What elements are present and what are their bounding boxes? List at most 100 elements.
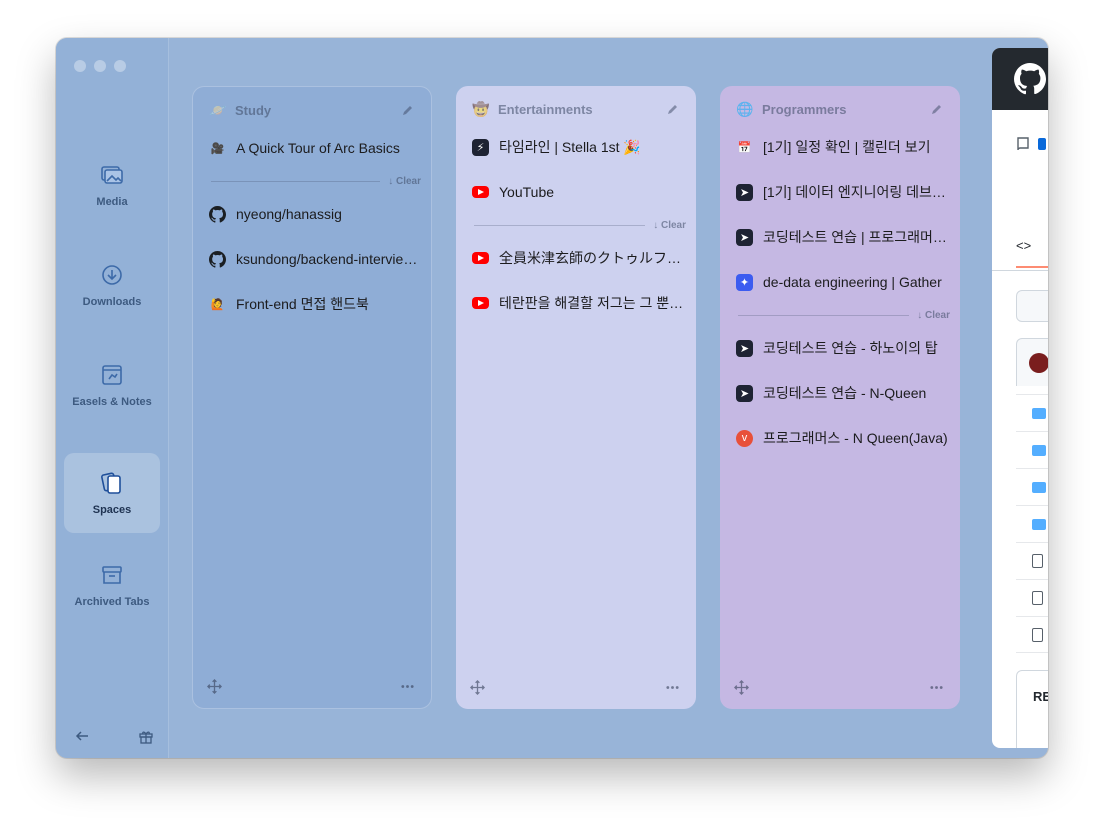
space-column-programmers[interactable]: 🌐 Programmers 📅 [1기] 일정 확인 | 캘린더 보기 ➤ [1… bbox=[720, 86, 960, 709]
file-row[interactable] bbox=[1016, 616, 1048, 653]
folder-icon bbox=[1032, 407, 1046, 419]
sidebar-item-easels[interactable]: Easels & Notes bbox=[64, 345, 160, 425]
pinned-tab[interactable]: ⚡ 타임라인 | Stella 1st 🎉 bbox=[472, 136, 684, 158]
clear-button[interactable]: ↓ Clear bbox=[653, 220, 686, 231]
more-icon[interactable] bbox=[929, 680, 944, 695]
velog-icon: v bbox=[736, 429, 753, 447]
close-window-button[interactable] bbox=[74, 60, 86, 72]
arc-window: Media Downloads Easels & Notes Spaces Ar… bbox=[56, 38, 1048, 758]
github-logo-icon[interactable] bbox=[1014, 63, 1046, 95]
programmers-icon: ➤ bbox=[736, 183, 753, 201]
space-footer bbox=[207, 679, 415, 694]
space-footer bbox=[470, 680, 680, 695]
tab-title: 코딩테스트 연습 - N-Queen bbox=[763, 385, 927, 401]
tab-title: de-data engineering | Gather bbox=[763, 274, 942, 290]
pinned-tab[interactable]: 🎥 A Quick Tour of Arc Basics bbox=[209, 137, 419, 159]
tab-title: 타임라인 | Stella 1st 🎉 bbox=[499, 139, 641, 155]
clear-divider: ↓ Clear bbox=[738, 308, 950, 322]
space-header: 🌐 Programmers bbox=[736, 100, 944, 118]
move-icon[interactable] bbox=[207, 679, 222, 694]
more-icon[interactable] bbox=[400, 679, 415, 694]
pencil-icon[interactable] bbox=[401, 103, 415, 117]
pinned-tab[interactable]: ➤ 코딩테스트 연습 | 프로그래머스 스쿨 bbox=[736, 226, 948, 248]
tab-item[interactable]: v 프로그래머스 - N Queen(Java) bbox=[736, 427, 948, 449]
download-icon bbox=[102, 265, 122, 285]
tab-item[interactable]: ksundong/backend-interview-question bbox=[209, 248, 419, 270]
programmers-icon: ➤ bbox=[736, 228, 753, 246]
space-column-entertainments[interactable]: 🤠 Entertainments ⚡ 타임라인 | Stella 1st 🎉 Y… bbox=[456, 86, 696, 709]
file-row[interactable] bbox=[1016, 505, 1048, 542]
space-header: 🤠 Entertainments bbox=[472, 100, 680, 118]
pinned-tab[interactable]: ✦ de-data engineering | Gather bbox=[736, 271, 948, 293]
branch-button[interactable] bbox=[1016, 290, 1048, 322]
file-row[interactable] bbox=[1016, 431, 1048, 468]
tab-title: [1기] 데이터 엔지니어링 데브코스 bbox=[763, 184, 948, 200]
easel-icon bbox=[102, 365, 122, 385]
file-row[interactable] bbox=[1016, 468, 1048, 505]
more-icon[interactable] bbox=[665, 680, 680, 695]
pinned-tab[interactable]: 📅 [1기] 일정 확인 | 캘린더 보기 bbox=[736, 136, 948, 158]
move-icon[interactable] bbox=[734, 680, 749, 695]
move-icon[interactable] bbox=[470, 680, 485, 695]
pencil-icon[interactable] bbox=[930, 102, 944, 116]
archive-icon bbox=[102, 566, 122, 584]
tab-item[interactable]: nyeong/hanassig bbox=[209, 203, 419, 225]
space-title[interactable]: Entertainments bbox=[498, 102, 593, 117]
sidebar-item-label: Easels & Notes bbox=[72, 396, 152, 408]
tab-item[interactable]: ➤ 코딩테스트 연습 - 하노이의 탑 bbox=[736, 337, 948, 359]
back-arrow-icon[interactable] bbox=[74, 728, 90, 744]
folder-icon bbox=[1032, 481, 1046, 493]
clear-button[interactable]: ↓ Clear bbox=[917, 310, 950, 321]
tab-item[interactable]: ➤ 코딩테스트 연습 - N-Queen bbox=[736, 382, 948, 404]
stella-icon: ⚡ bbox=[472, 138, 489, 156]
space-title[interactable]: Programmers bbox=[762, 102, 847, 117]
readme-header: RE bbox=[1016, 670, 1048, 748]
tab-title: 테란판을 해결할 저그는 그 뿐이다 bbox=[499, 295, 684, 311]
sidebar-item-spaces[interactable]: Spaces bbox=[64, 453, 160, 533]
tab-title: ksundong/backend-interview-question bbox=[236, 251, 419, 267]
sidebar-item-archived[interactable]: Archived Tabs bbox=[64, 545, 160, 625]
youtube-icon bbox=[472, 186, 489, 198]
space-footer bbox=[734, 680, 944, 695]
file-icon bbox=[1032, 591, 1043, 605]
tab-title: Front-end 면접 핸드북 bbox=[236, 296, 369, 312]
file-row[interactable] bbox=[1016, 394, 1048, 431]
github-icon bbox=[209, 250, 226, 268]
folder-icon bbox=[1032, 518, 1046, 530]
clear-button[interactable]: ↓ Clear bbox=[388, 176, 421, 187]
file-row[interactable] bbox=[1016, 579, 1048, 616]
sidebar: Media Downloads Easels & Notes Spaces Ar… bbox=[56, 38, 169, 758]
pinned-tab[interactable]: ➤ [1기] 데이터 엔지니어링 데브코스 bbox=[736, 181, 948, 203]
sidebar-item-media[interactable]: Media bbox=[64, 145, 160, 225]
sidebar-item-downloads[interactable]: Downloads bbox=[64, 245, 160, 325]
tab-item[interactable]: 🙋 Front-end 면접 핸드북 bbox=[209, 293, 419, 315]
space-column-study[interactable]: 🪐 Study 🎥 A Quick Tour of Arc Basics ↓ C… bbox=[192, 86, 432, 709]
tab-title: 코딩테스트 연습 | 프로그래머스 스쿨 bbox=[763, 229, 948, 245]
avatar[interactable] bbox=[1029, 353, 1048, 373]
space-title[interactable]: Study bbox=[235, 103, 271, 118]
gift-icon[interactable] bbox=[138, 728, 154, 744]
zoom-window-button[interactable] bbox=[114, 60, 126, 72]
web-content-preview[interactable]: <> RE bbox=[992, 48, 1048, 748]
tab-title: 全員米津玄師のクトゥルフ神話TRPG bbox=[499, 250, 684, 266]
tab-item[interactable]: 테란판을 해결할 저그는 그 뿐이다 bbox=[472, 292, 684, 314]
pencil-icon[interactable] bbox=[666, 102, 680, 116]
tab-item[interactable]: 全員米津玄師のクトゥルフ神話TRPG bbox=[472, 247, 684, 269]
tab-title: YouTube bbox=[499, 184, 555, 200]
tab-underline bbox=[992, 270, 1048, 271]
minimize-window-button[interactable] bbox=[94, 60, 106, 72]
repo-icon bbox=[1017, 137, 1029, 151]
space-emoji: 🪐 bbox=[209, 101, 227, 118]
sidebar-item-label: Archived Tabs bbox=[74, 596, 150, 608]
programmers-icon: ➤ bbox=[736, 339, 753, 357]
calendar-icon: 📅 bbox=[737, 141, 752, 154]
file-row[interactable] bbox=[1016, 542, 1048, 579]
tab-title: A Quick Tour of Arc Basics bbox=[236, 140, 400, 156]
pinned-tab[interactable]: YouTube bbox=[472, 181, 684, 203]
readme-label: RE bbox=[1033, 689, 1048, 704]
repo-name-fragment[interactable] bbox=[1038, 138, 1046, 150]
code-tab[interactable]: <> bbox=[1016, 238, 1048, 268]
space-emoji: 🌐 bbox=[736, 100, 754, 117]
github-header bbox=[992, 48, 1048, 110]
media-icon bbox=[101, 166, 123, 184]
